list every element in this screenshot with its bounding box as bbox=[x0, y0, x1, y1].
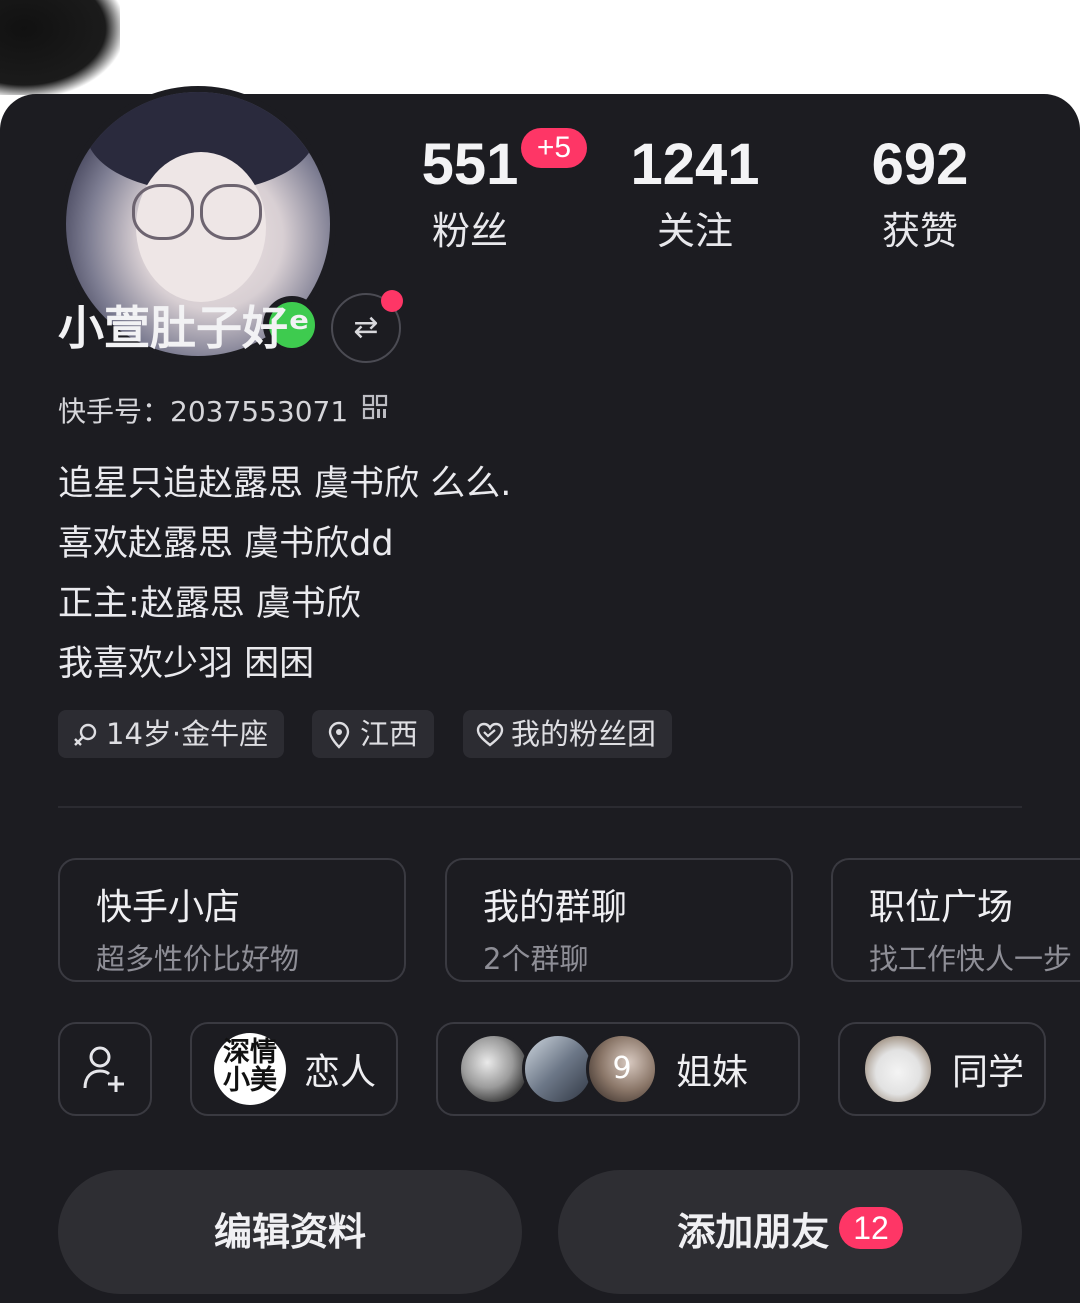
relation-label: 姐妹 bbox=[676, 1052, 749, 1093]
location-pin-icon bbox=[328, 721, 350, 749]
following-label: 关注 bbox=[656, 209, 733, 253]
fans-stat[interactable]: 551 粉丝 bbox=[400, 134, 540, 255]
divider bbox=[58, 806, 1022, 808]
feature-subtitle: 找工作快人一步 bbox=[869, 942, 1073, 976]
feature-subtitle: 超多性价比好物 bbox=[96, 942, 300, 976]
age-zodiac-tag[interactable]: 14岁·金牛座 bbox=[58, 710, 285, 758]
fans-count: 551 bbox=[421, 132, 519, 197]
new-fans-badge: +5 bbox=[521, 128, 587, 168]
following-stat[interactable]: 1241 关注 bbox=[620, 134, 770, 255]
kuaishou-id[interactable]: 快手号：2037553071 bbox=[58, 390, 348, 430]
avatar-glasses-left bbox=[132, 184, 194, 240]
feature-title: 我的群聊 bbox=[483, 887, 628, 928]
edit-profile-button[interactable]: 编辑资料 bbox=[58, 1170, 522, 1294]
cover-photo-fragment bbox=[0, 0, 120, 95]
avatar-glasses-right bbox=[200, 184, 262, 240]
relation-label: 恋人 bbox=[304, 1052, 377, 1093]
qr-code-icon[interactable] bbox=[362, 394, 388, 420]
swap-arrows-icon: ⇄ bbox=[353, 310, 379, 345]
job-square-card[interactable]: 职位广场 找工作快人一步 bbox=[831, 858, 1080, 982]
add-friend-button[interactable]: 添加朋友 12 bbox=[558, 1170, 1022, 1294]
likes-count: 692 bbox=[871, 132, 969, 197]
likes-label: 获赞 bbox=[881, 209, 958, 253]
kuaishou-shop-card[interactable]: 快手小店 超多性价比好物 bbox=[58, 858, 406, 982]
tag-label: 江西 bbox=[360, 717, 419, 751]
notification-dot bbox=[381, 290, 403, 312]
lover-avatar: 深情小美 bbox=[214, 1033, 286, 1105]
group-chats-card[interactable]: 我的群聊 2个群聊 bbox=[445, 858, 793, 982]
lover-relation[interactable]: 深情小美 恋人 bbox=[190, 1022, 398, 1116]
following-count: 1241 bbox=[630, 132, 760, 197]
sisters-relation[interactable]: 9 姐妹 bbox=[436, 1022, 800, 1116]
likes-stat[interactable]: 692 获赞 bbox=[850, 134, 990, 255]
classmate-avatar bbox=[862, 1033, 934, 1105]
classmate-relation[interactable]: 同学 bbox=[838, 1022, 1046, 1116]
username: 小萱肚子好ᵉ bbox=[58, 301, 311, 355]
bio-line: 我喜欢少羽 困困 bbox=[58, 644, 315, 684]
heart-icon bbox=[476, 722, 504, 747]
edit-profile-label: 编辑资料 bbox=[213, 1210, 366, 1254]
profile-card: 551 粉丝 +5 1241 关注 692 获赞 小萱肚子好ᵉ ⇄ 快手号：20… bbox=[0, 86, 1080, 1303]
relation-label: 同学 bbox=[952, 1052, 1025, 1093]
add-person-icon bbox=[83, 1046, 124, 1092]
bio-line: 正主:赵露思 虞书欣 bbox=[58, 584, 361, 624]
sister-avatar: 9 bbox=[586, 1033, 658, 1105]
female-icon bbox=[74, 723, 97, 746]
feature-title: 职位广场 bbox=[869, 887, 1014, 928]
sister-avatar bbox=[522, 1033, 594, 1105]
feature-subtitle: 2个群聊 bbox=[483, 942, 589, 976]
fan-club-tag[interactable]: 我的粉丝团 bbox=[463, 710, 673, 758]
add-relation-button[interactable] bbox=[58, 1022, 152, 1116]
bio-line: 追星只追赵露思 虞书欣 么么. bbox=[58, 464, 512, 504]
location-tag[interactable]: 江西 bbox=[312, 710, 435, 758]
friend-request-badge: 12 bbox=[839, 1207, 903, 1249]
tag-label: 14岁·金牛座 bbox=[106, 717, 269, 751]
add-friend-label: 添加朋友 bbox=[677, 1210, 830, 1254]
bio: 追星只追赵露思 虞书欣 么么. 喜欢赵露思 虞书欣dd 正主:赵露思 虞书欣 我… bbox=[58, 454, 511, 694]
sister-avatar bbox=[458, 1033, 530, 1105]
feature-title: 快手小店 bbox=[96, 887, 241, 928]
tag-label: 我的粉丝团 bbox=[511, 717, 657, 751]
fans-label: 粉丝 bbox=[431, 209, 508, 253]
bio-line: 喜欢赵露思 虞书欣dd bbox=[58, 524, 394, 564]
